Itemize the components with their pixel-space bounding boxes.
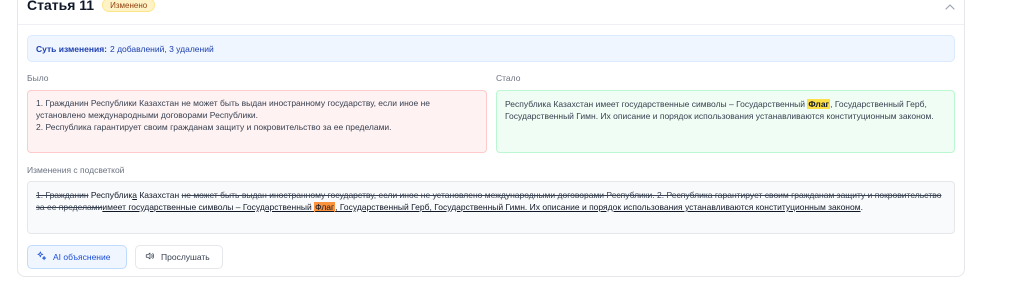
before-label: Было	[27, 73, 49, 83]
diff-inserted: имеет государственные символы – Государс…	[102, 202, 315, 212]
article-header[interactable]: Статья 11 Изменено	[27, 0, 957, 14]
diff-label: Изменения с подсветкой	[27, 165, 125, 175]
listen-button[interactable]: Прослушать	[135, 245, 223, 269]
status-badge: Изменено	[102, 0, 156, 12]
after-text-box: Республика Казахстан имеет государственн…	[496, 90, 955, 153]
diff-text-box: 1. Гражданин Республика Казахстан не мож…	[27, 181, 955, 234]
summary-label: Суть изменения:	[36, 43, 107, 54]
ai-explain-label: AI объяснение	[53, 252, 111, 262]
before-line-1: 1. Гражданин Республики Казахстан не мож…	[36, 98, 431, 120]
after-text-start: Республика Казахстан имеет государственн…	[505, 99, 808, 109]
article-title: Статья 11	[27, 0, 95, 13]
chevron-up-icon[interactable]	[944, 0, 956, 10]
before-line-2: 2. Республика гарантирует своим граждана…	[36, 122, 392, 132]
before-text-box: 1. Гражданин Республики Казахстан не мож…	[27, 90, 487, 153]
header-divider	[18, 24, 964, 25]
sparkles-icon	[37, 251, 47, 263]
change-summary: Суть изменения: 2 добавлений, 3 удалений	[27, 35, 955, 62]
diff-inserted: , Государственный Герб, Государственный …	[335, 202, 861, 212]
diff-deleted: 1. Гражданин	[36, 190, 89, 200]
diff-unchanged: Казахстан	[136, 190, 182, 200]
diff-unchanged: Республик	[88, 190, 133, 200]
listen-label: Прослушать	[161, 252, 210, 262]
speaker-icon	[145, 251, 155, 263]
after-highlight: Флаг	[807, 99, 831, 109]
diff-unchanged: .	[860, 202, 863, 212]
diff-highlight: Флаг	[314, 202, 336, 212]
summary-text: 2 добавлений, 3 удалений	[109, 43, 214, 54]
ai-explain-button[interactable]: AI объяснение	[27, 245, 127, 269]
after-label: Стало	[496, 73, 521, 83]
